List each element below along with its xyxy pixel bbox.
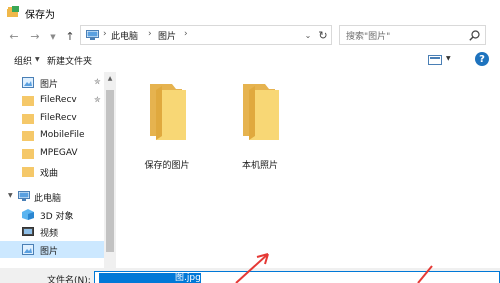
sidebar-item-label: FileRecv	[40, 95, 77, 105]
sidebar-item-label: MobileFile	[40, 130, 85, 140]
sidebar-item-label: 此电脑	[34, 194, 62, 204]
sidebar-item-opera[interactable]: 戏曲	[0, 163, 104, 180]
filename-value: 图.jpg	[175, 273, 201, 283]
folder-icon	[22, 149, 34, 159]
scroll-up-icon[interactable]: ▲	[104, 72, 116, 84]
breadcrumb-separator: ›	[148, 29, 152, 39]
breadcrumb-pictures[interactable]: 图片	[158, 29, 176, 42]
sidebar-item-filerecv[interactable]: FileRecv ✮	[0, 92, 104, 109]
sidebar-item-label: 3D 对象	[40, 212, 74, 222]
folder-icon	[22, 114, 34, 124]
window-title: 保存为	[25, 10, 55, 21]
folder-label: 保存的图片	[144, 161, 190, 171]
refresh-icon[interactable]: ↻	[316, 28, 330, 42]
command-toolbar: 组织 ▼ 新建文件夹	[0, 50, 500, 70]
title-bar: 保存为	[0, 0, 500, 26]
chevron-down-icon[interactable]: ▼	[8, 192, 13, 199]
computer-icon	[86, 30, 99, 40]
new-folder-button[interactable]: 新建文件夹	[47, 54, 92, 67]
back-arrow-icon[interactable]: ←	[7, 28, 21, 44]
sidebar-item-label: 图片	[40, 80, 59, 90]
sidebar-item-videos[interactable]: 视频	[0, 223, 104, 240]
help-button[interactable]: ?	[475, 52, 489, 66]
search-icon	[469, 30, 480, 41]
computer-icon	[18, 191, 30, 201]
sidebar-scrollbar[interactable]: ▲	[104, 72, 116, 268]
up-arrow-icon[interactable]: ↑	[63, 28, 77, 44]
folder-icon	[243, 84, 279, 140]
folder-icon	[150, 84, 186, 140]
search-placeholder: 搜索"图片"	[346, 32, 391, 42]
folder-icon	[22, 96, 34, 106]
filename-field[interactable]: 图.jpg	[94, 271, 500, 283]
forward-arrow-icon[interactable]: →	[28, 28, 42, 44]
breadcrumb-separator: ›	[184, 29, 188, 39]
pictures-icon	[22, 244, 34, 255]
chevron-down-icon[interactable]: ▼	[446, 55, 451, 62]
save-app-icon	[7, 6, 19, 17]
sidebar-item-mpegav[interactable]: MPEGAV	[0, 145, 104, 162]
address-dropdown-icon[interactable]: ⌄	[302, 28, 314, 42]
sidebar-item-mobilefile[interactable]: MobileFile	[0, 127, 104, 144]
sidebar-item-label: 视频	[40, 229, 59, 239]
address-bar[interactable]: › 此电脑 › 图片 ›	[80, 25, 332, 45]
videos-icon	[22, 227, 34, 236]
breadcrumb-separator: ›	[103, 29, 107, 39]
3d-objects-icon	[22, 209, 34, 220]
folder-saved-pictures[interactable]: 保存的图片	[132, 80, 202, 171]
folder-label: 本机照片	[241, 161, 278, 171]
breadcrumb-this-pc[interactable]: 此电脑	[111, 29, 138, 42]
sidebar-item-label: FileRecv	[40, 113, 77, 123]
file-list-view: 保存的图片 本机照片	[116, 72, 500, 268]
pin-icon: ✮	[94, 77, 101, 86]
view-options-icon[interactable]	[428, 55, 442, 65]
folder-icon	[22, 167, 34, 177]
pictures-icon	[22, 77, 34, 88]
navigation-pane: 图片 ✮ FileRecv ✮ FileRecv MobileFile MPEG…	[0, 72, 104, 268]
sidebar-item-label: 戏曲	[40, 169, 59, 179]
sidebar-item-label: 图片	[40, 247, 59, 257]
filename-label: 文件名(N):	[47, 276, 91, 283]
folder-icon	[22, 131, 34, 141]
sidebar-item-label: MPEGAV	[40, 148, 78, 158]
sidebar-item-this-pc[interactable]: ▼ 此电脑	[0, 188, 104, 205]
sidebar-item-3d-objects[interactable]: 3D 对象	[0, 206, 104, 223]
sidebar-item-pictures[interactable]: 图片	[0, 241, 104, 258]
scrollbar-thumb[interactable]	[106, 90, 114, 252]
organize-button[interactable]: 组织	[14, 54, 32, 67]
folder-camera-roll[interactable]: 本机照片	[225, 80, 295, 171]
pin-icon: ✮	[94, 95, 101, 104]
chevron-down-icon[interactable]: ▼	[35, 56, 40, 63]
search-input[interactable]: 搜索"图片"	[339, 25, 486, 45]
sidebar-item-pictures-quick[interactable]: 图片 ✮	[0, 74, 104, 91]
chevron-down-icon[interactable]: ▼	[46, 29, 60, 45]
sidebar-item-filerecv-2[interactable]: FileRecv	[0, 110, 104, 127]
